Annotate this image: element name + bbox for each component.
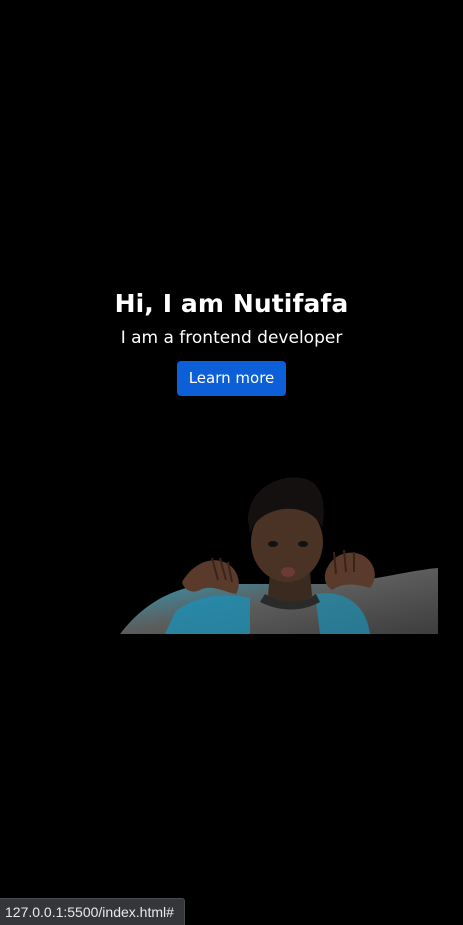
- hero-title: Hi, I am Nutifafa: [114, 289, 349, 318]
- status-bar-url: 127.0.0.1:5500/index.html#: [0, 898, 185, 925]
- profile-photo: [120, 477, 438, 634]
- learn-more-button[interactable]: Learn more: [176, 361, 287, 396]
- hero-section: Hi, I am Nutifafa I am a frontend develo…: [0, 285, 463, 396]
- page: Hi, I am Nutifafa I am a frontend develo…: [0, 0, 463, 925]
- hero-subtitle: I am a frontend developer: [120, 328, 343, 348]
